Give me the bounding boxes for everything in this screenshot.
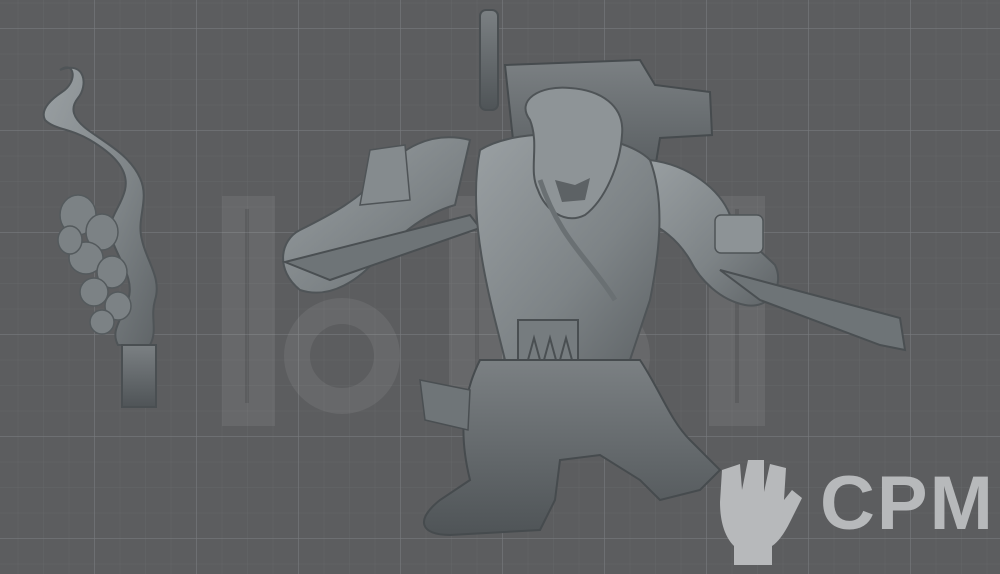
raised-fist-icon xyxy=(720,460,802,565)
render-viewport: CPM xyxy=(0,0,1000,574)
brand-text: CPM xyxy=(820,461,995,546)
smoke-plume-part xyxy=(42,66,158,408)
